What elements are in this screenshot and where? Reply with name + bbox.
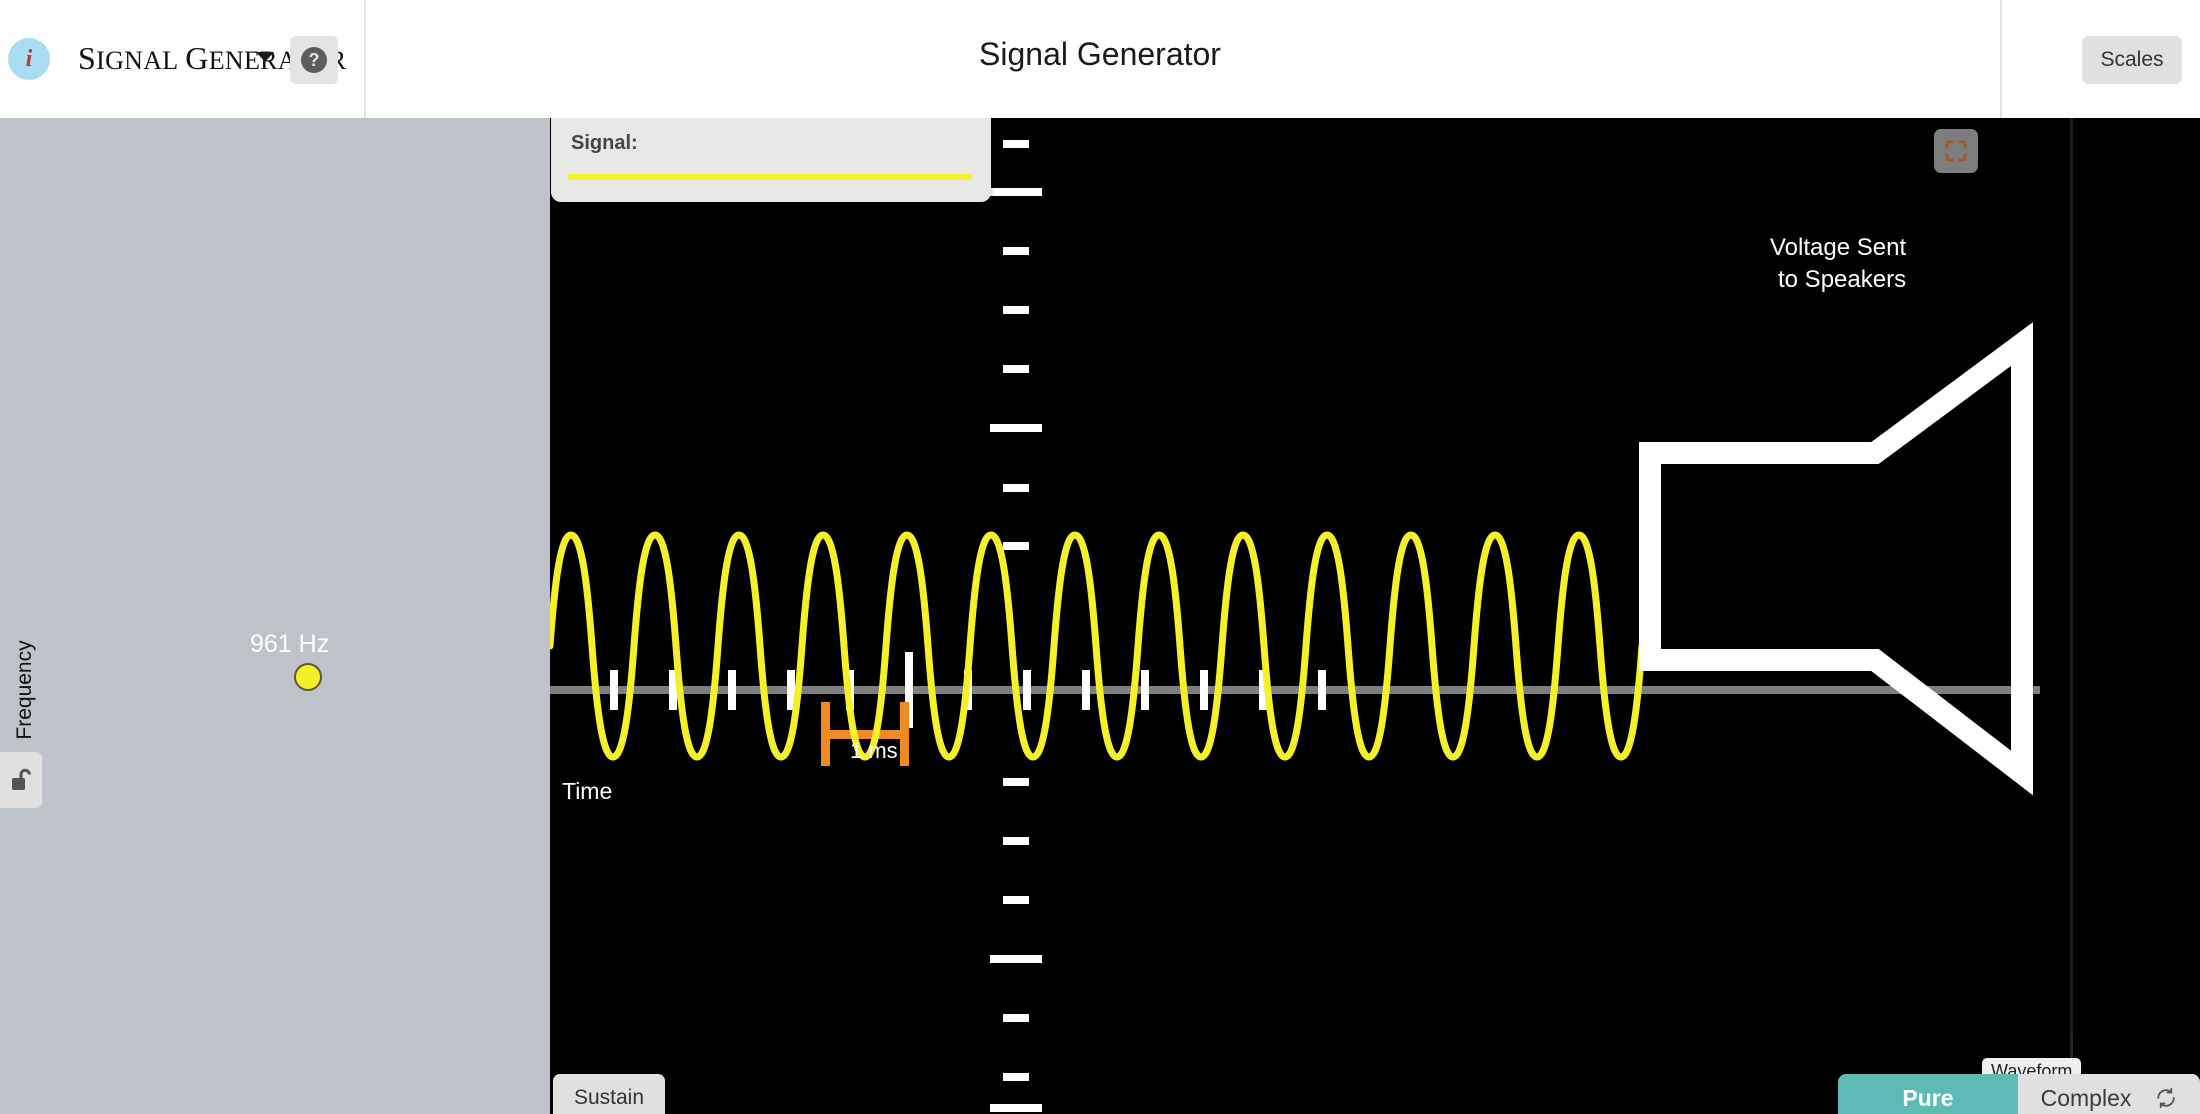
waveform-complex-label: Complex	[2040, 1084, 2132, 1111]
refresh-icon[interactable]	[2155, 1087, 2177, 1109]
measurement-label: 1 ms	[850, 738, 898, 763]
signal-legend-title: Signal:	[571, 132, 638, 154]
oscilloscope-screen: Time 1 ms Voltage Sent to Speakers Signa…	[550, 118, 2200, 1114]
time-axis-label: Time	[562, 778, 613, 804]
scales-button[interactable]: Scales	[2082, 36, 2182, 84]
frequency-lock-button[interactable]	[0, 752, 42, 808]
signal-waveform-path	[550, 531, 1646, 761]
voltage-title-line1: Voltage Sent	[1770, 234, 1907, 261]
header-divider	[2000, 0, 2002, 118]
screen-right-border	[2070, 118, 2073, 1114]
left-control-panel: Frequency 961 Hz Amplitude	[0, 118, 550, 1114]
waveform-toggle-group: Pure Complex	[1838, 1074, 2200, 1114]
page-title: Signal Generator	[979, 36, 1221, 72]
y-axis-ticks	[990, 140, 1042, 1112]
signal-legend: Signal:	[551, 118, 991, 202]
signal-generator-app: i SIGNAL GENERATOR ? Signal Generator Sc…	[0, 0, 2200, 1114]
waveform-plot	[550, 140, 2040, 1112]
frequency-axis-label: Frequency	[13, 640, 36, 740]
fullscreen-expand-icon	[1945, 140, 1967, 162]
app-header: i SIGNAL GENERATOR ? Signal Generator Sc…	[0, 0, 2200, 118]
x-axis-line	[550, 686, 2040, 694]
tooltip-stem	[2071, 1034, 2073, 1060]
fullscreen-button[interactable]	[1934, 129, 1978, 173]
frequency-readout: 961 Hz	[250, 630, 330, 658]
lock-open-icon	[12, 768, 31, 790]
waveform-complex-button[interactable]: Complex	[2018, 1074, 2200, 1114]
frequency-slider-handle[interactable]	[294, 663, 322, 691]
sustain-button[interactable]: Sustain	[553, 1074, 665, 1114]
speaker-outline-icon	[1639, 322, 2033, 796]
waveform-pure-button[interactable]: Pure	[1838, 1074, 2018, 1114]
voltage-title-line2: to Speakers	[1778, 266, 1907, 293]
signal-legend-swatch	[568, 174, 972, 180]
